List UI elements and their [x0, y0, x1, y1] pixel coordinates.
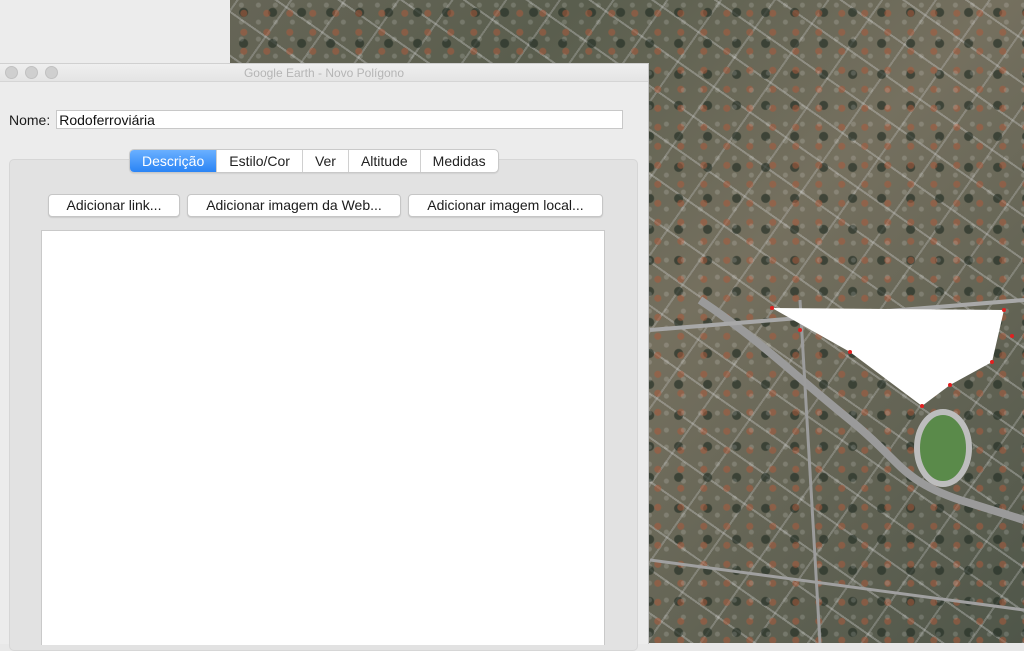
street-road — [649, 558, 1024, 612]
vertex-marker[interactable] — [848, 350, 852, 354]
name-input[interactable] — [56, 110, 624, 129]
title-bar[interactable]: Google Earth - Novo Polígono — [0, 64, 648, 82]
name-row: Nome: — [9, 110, 624, 129]
stadium — [914, 409, 972, 487]
vertex-marker[interactable] — [990, 360, 994, 364]
tab-estilo-cor[interactable]: Estilo/Cor — [217, 150, 303, 172]
add-web-image-button[interactable]: Adicionar imagem da Web... — [187, 194, 401, 217]
tab-altitude[interactable]: Altitude — [349, 150, 421, 172]
window-title: Google Earth - Novo Polígono — [243, 65, 405, 80]
tab-ver[interactable]: Ver — [303, 150, 349, 172]
add-link-button[interactable]: Adicionar link... — [48, 194, 180, 217]
vertex-marker[interactable] — [798, 328, 802, 332]
vertex-marker[interactable] — [948, 383, 952, 387]
add-local-image-button[interactable]: Adicionar imagem local... — [408, 194, 603, 217]
vertex-marker[interactable] — [920, 404, 924, 408]
tab-descricao[interactable]: Descrição — [130, 150, 218, 172]
vertex-marker[interactable] — [1002, 308, 1006, 312]
vertex-marker[interactable] — [770, 306, 774, 310]
description-textarea[interactable] — [41, 230, 605, 645]
tab-medidas[interactable]: Medidas — [421, 150, 498, 172]
tab-bar: Descrição Estilo/Cor Ver Altitude Medida… — [129, 149, 499, 173]
desktop-background — [0, 0, 230, 64]
new-polygon-dialog: Google Earth - Novo Polígono Nome: Descr… — [0, 63, 649, 651]
street-road — [798, 299, 822, 643]
name-label: Nome: — [9, 111, 51, 128]
vertex-marker[interactable] — [1010, 334, 1014, 338]
